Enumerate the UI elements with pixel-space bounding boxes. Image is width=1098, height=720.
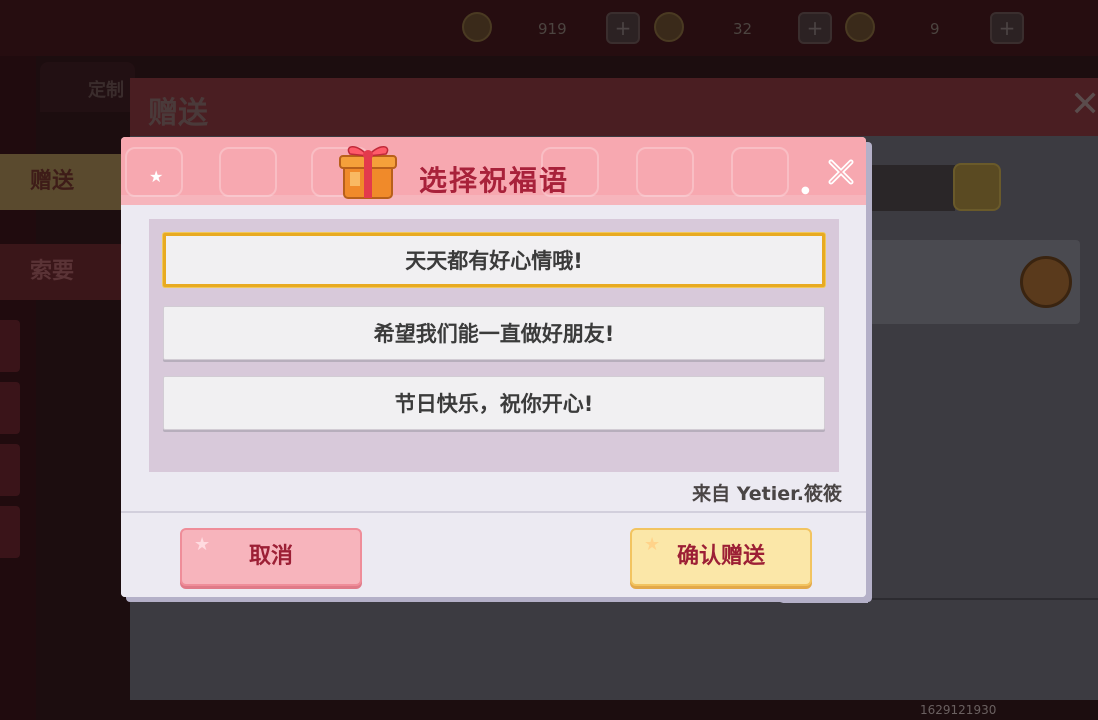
cancel-button-label: 取消 [248,544,293,569]
resource-value-2: 32 [733,20,753,38]
rail-item[interactable] [0,444,20,496]
message-option-3[interactable]: 节日快乐，祝你开心! [163,376,825,430]
header-pattern [219,147,277,197]
gift-panel-title: 赠送 [148,96,208,131]
dialog-title: 选择祝福语 [419,164,570,197]
gold-coin-icon [654,12,684,42]
tab-give[interactable]: 赠送 [0,154,130,210]
gift-box-icon[interactable] [1020,256,1072,308]
message-option-2[interactable]: 希望我们能一直做好朋友! [163,306,825,360]
panel-close-icon[interactable]: ✕ [1070,84,1098,125]
back-tab-custom[interactable]: 定制 [40,62,135,112]
header-pattern [636,147,694,197]
header-pattern [731,147,789,197]
friend-search-input[interactable] [860,165,955,211]
message-list: 天天都有好心情哦! 希望我们能一直做好朋友! 节日快乐，祝你开心! [149,219,839,472]
confirm-button-label: 确认赠送 [676,544,765,569]
close-icon[interactable] [824,155,858,189]
rail-item[interactable] [0,320,20,372]
gift-box-icon [339,146,397,199]
rail-item[interactable] [0,382,20,434]
add-resource-3-button[interactable]: + [990,12,1024,44]
leaf-coin-icon [462,12,492,42]
gift-panel-header [130,78,1098,136]
resource-value-3: 9 [930,20,940,38]
add-resource-2-button[interactable]: + [798,12,832,44]
blessing-dialog: ★ ● 选择祝福语 天天都有好心情哦! 希望我们能一直做好朋友! 节日快乐，祝你… [121,137,866,597]
star-icon: ★ [644,534,661,555]
divider [860,598,1098,600]
dialog-header: ★ ● 选择祝福语 [121,137,866,205]
search-button[interactable] [953,163,1001,211]
confirm-gift-button[interactable]: ★ 确认赠送 [630,528,812,586]
star-icon: ★ [194,534,211,555]
add-resource-1-button[interactable]: + [606,12,640,44]
star-icon: ● [801,185,810,196]
tab-ask[interactable]: 索要 [0,244,130,300]
message-option-1[interactable]: 天天都有好心情哦! [163,233,825,287]
blue-gem-icon [845,12,875,42]
rail-item[interactable] [0,506,20,558]
resource-value-1: 919 [538,20,567,38]
cancel-button[interactable]: ★ 取消 [180,528,362,586]
player-id: 1629121930 [920,703,997,717]
sender-label: 来自 Yetier.筱筱 [692,483,842,505]
star-icon: ★ [149,167,164,186]
